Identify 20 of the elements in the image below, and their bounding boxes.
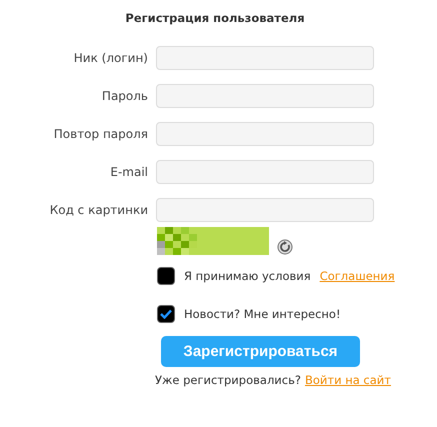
login-link[interactable]: Войти на сайт	[304, 373, 391, 387]
checkbox[interactable]	[157, 305, 175, 323]
register-button[interactable]: Зарегистрироваться	[161, 336, 360, 367]
agreement-link[interactable]: Соглашения	[320, 269, 395, 283]
form-title: Регистрация пользователя	[124, 10, 306, 26]
field-label: Повтор пароля	[54, 127, 148, 141]
checkbox-label: Новости? Мне интересно!	[184, 307, 341, 321]
login-prompt: Уже регистрировались?	[155, 373, 301, 387]
field-label: Код с картинки	[50, 203, 148, 217]
field-label: Ник (логин)	[74, 51, 148, 65]
input-field[interactable]	[156, 198, 374, 222]
input-field[interactable]	[156, 160, 374, 184]
field-label: Пароль	[102, 89, 148, 103]
field-label: E-mail	[110, 165, 148, 179]
input-field[interactable]	[156, 84, 374, 108]
input-field[interactable]	[156, 122, 374, 146]
refresh-icon[interactable]	[277, 239, 293, 255]
input-field[interactable]	[156, 46, 374, 70]
checkbox-label: Я принимаю условия	[184, 269, 311, 283]
checkbox[interactable]	[157, 267, 175, 285]
